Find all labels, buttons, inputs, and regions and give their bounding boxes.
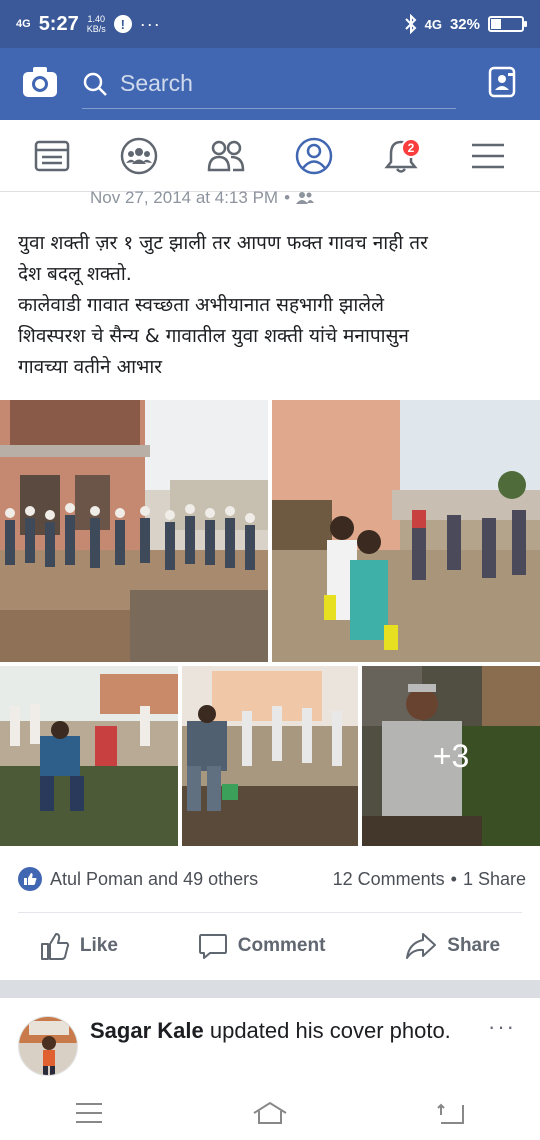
audience-friends-icon bbox=[296, 192, 315, 204]
recents-icon[interactable] bbox=[75, 1102, 103, 1129]
post-photo-2[interactable] bbox=[272, 400, 540, 662]
post-photo-1[interactable] bbox=[0, 400, 268, 662]
news-feed-icon[interactable] bbox=[22, 126, 82, 186]
post-photo-4[interactable] bbox=[182, 666, 358, 846]
comments-count[interactable]: 12 Comments bbox=[333, 869, 445, 890]
clock: 5:27 bbox=[38, 12, 79, 35]
messenger-icon[interactable] bbox=[488, 66, 518, 103]
avatar[interactable] bbox=[18, 1016, 78, 1076]
post-timestamp[interactable]: Nov 27, 2014 at 4:13 PM bbox=[90, 188, 278, 208]
battery-icon bbox=[488, 16, 527, 32]
bluetooth-icon bbox=[404, 14, 417, 34]
story-action: updated his cover photo. bbox=[203, 1018, 451, 1043]
story-author[interactable]: Sagar Kale bbox=[90, 1018, 204, 1043]
share-icon bbox=[406, 933, 437, 959]
like-label: Like bbox=[79, 935, 118, 956]
post-actions: Like Comment Share bbox=[0, 922, 540, 970]
notifications-icon[interactable]: 2 bbox=[371, 126, 431, 186]
post-text-line: शिवस्परश चे सैन्य & गावातील युवा शक्ती य… bbox=[18, 325, 409, 347]
counts-separator: • bbox=[450, 868, 457, 889]
reactions-row: Atul Poman and 49 others 12 Comments • 1… bbox=[18, 864, 526, 894]
alert-icon: ! bbox=[113, 15, 132, 33]
battery-percent: 32% bbox=[449, 15, 480, 33]
share-label: Share bbox=[447, 935, 501, 956]
photo-collage: +3 bbox=[0, 400, 540, 846]
battery-fill bbox=[491, 19, 501, 29]
status-bar: 4G 5:27 1.40 KB/s ! ··· 4G 32% bbox=[0, 0, 540, 48]
story-options-icon[interactable]: ··· bbox=[488, 1014, 516, 1040]
groups-icon[interactable] bbox=[109, 126, 169, 186]
feed-story: Sagar Kale updated his cover photo. ··· bbox=[0, 998, 540, 1090]
friends-icon[interactable] bbox=[196, 126, 256, 186]
comment-label: Comment bbox=[237, 935, 326, 956]
search-icon bbox=[83, 72, 107, 96]
system-nav-bar bbox=[0, 1090, 540, 1140]
home-icon[interactable] bbox=[252, 1101, 288, 1130]
post-text-line: कालेवाडी गावात स्वच्छता अभीयानात सहभागी … bbox=[18, 294, 385, 316]
share-button[interactable]: Share bbox=[405, 931, 500, 961]
overflow-indicator: ··· bbox=[139, 13, 161, 34]
network-speed: 1.40 KB/s bbox=[87, 14, 106, 34]
post-photo-5[interactable]: +3 bbox=[362, 666, 540, 846]
post-text: युवा शक्ती ज़र १ जुट झाली तर आपण फक्त गा… bbox=[18, 228, 528, 383]
speed-unit: KB/s bbox=[86, 24, 106, 34]
post-meta: Nov 27, 2014 at 4:13 PM • bbox=[90, 188, 315, 208]
shares-count[interactable]: 1 Share bbox=[463, 869, 526, 890]
divider bbox=[18, 912, 522, 913]
reactions-summary[interactable]: Atul Poman and 49 others bbox=[50, 869, 258, 890]
post-text-line: गावच्या वतीने आभार bbox=[18, 356, 163, 378]
thumbs-up-icon bbox=[40, 933, 70, 960]
search-input[interactable] bbox=[120, 70, 420, 97]
back-icon[interactable] bbox=[437, 1101, 465, 1130]
story-headline: Sagar Kale updated his cover photo. bbox=[90, 1016, 470, 1045]
more-photos-overlay[interactable]: +3 bbox=[362, 666, 540, 846]
network-type-right: 4G bbox=[424, 16, 442, 32]
post-text-line: युवा शक्ती ज़र १ जुट झाली तर आपण फक्त गा… bbox=[18, 232, 428, 254]
speed-value: 1.40 bbox=[87, 14, 105, 24]
search-bar[interactable] bbox=[82, 59, 456, 109]
app-header bbox=[0, 48, 540, 120]
profile-icon[interactable] bbox=[284, 126, 344, 186]
post-photo-3[interactable] bbox=[0, 666, 178, 846]
comment-button[interactable]: Comment bbox=[198, 931, 326, 961]
like-reaction-icon bbox=[18, 867, 42, 891]
camera-icon[interactable] bbox=[22, 66, 58, 103]
network-type: 4G bbox=[16, 18, 31, 30]
tab-bar: 2 bbox=[0, 120, 540, 192]
comment-icon bbox=[198, 934, 227, 959]
post-text-line: देश बदलू शक्तो. bbox=[18, 263, 132, 285]
feed-separator bbox=[0, 980, 540, 998]
notification-badge: 2 bbox=[400, 137, 421, 158]
meta-separator: • bbox=[284, 188, 291, 207]
like-button[interactable]: Like bbox=[40, 931, 118, 961]
menu-icon[interactable] bbox=[458, 126, 518, 186]
